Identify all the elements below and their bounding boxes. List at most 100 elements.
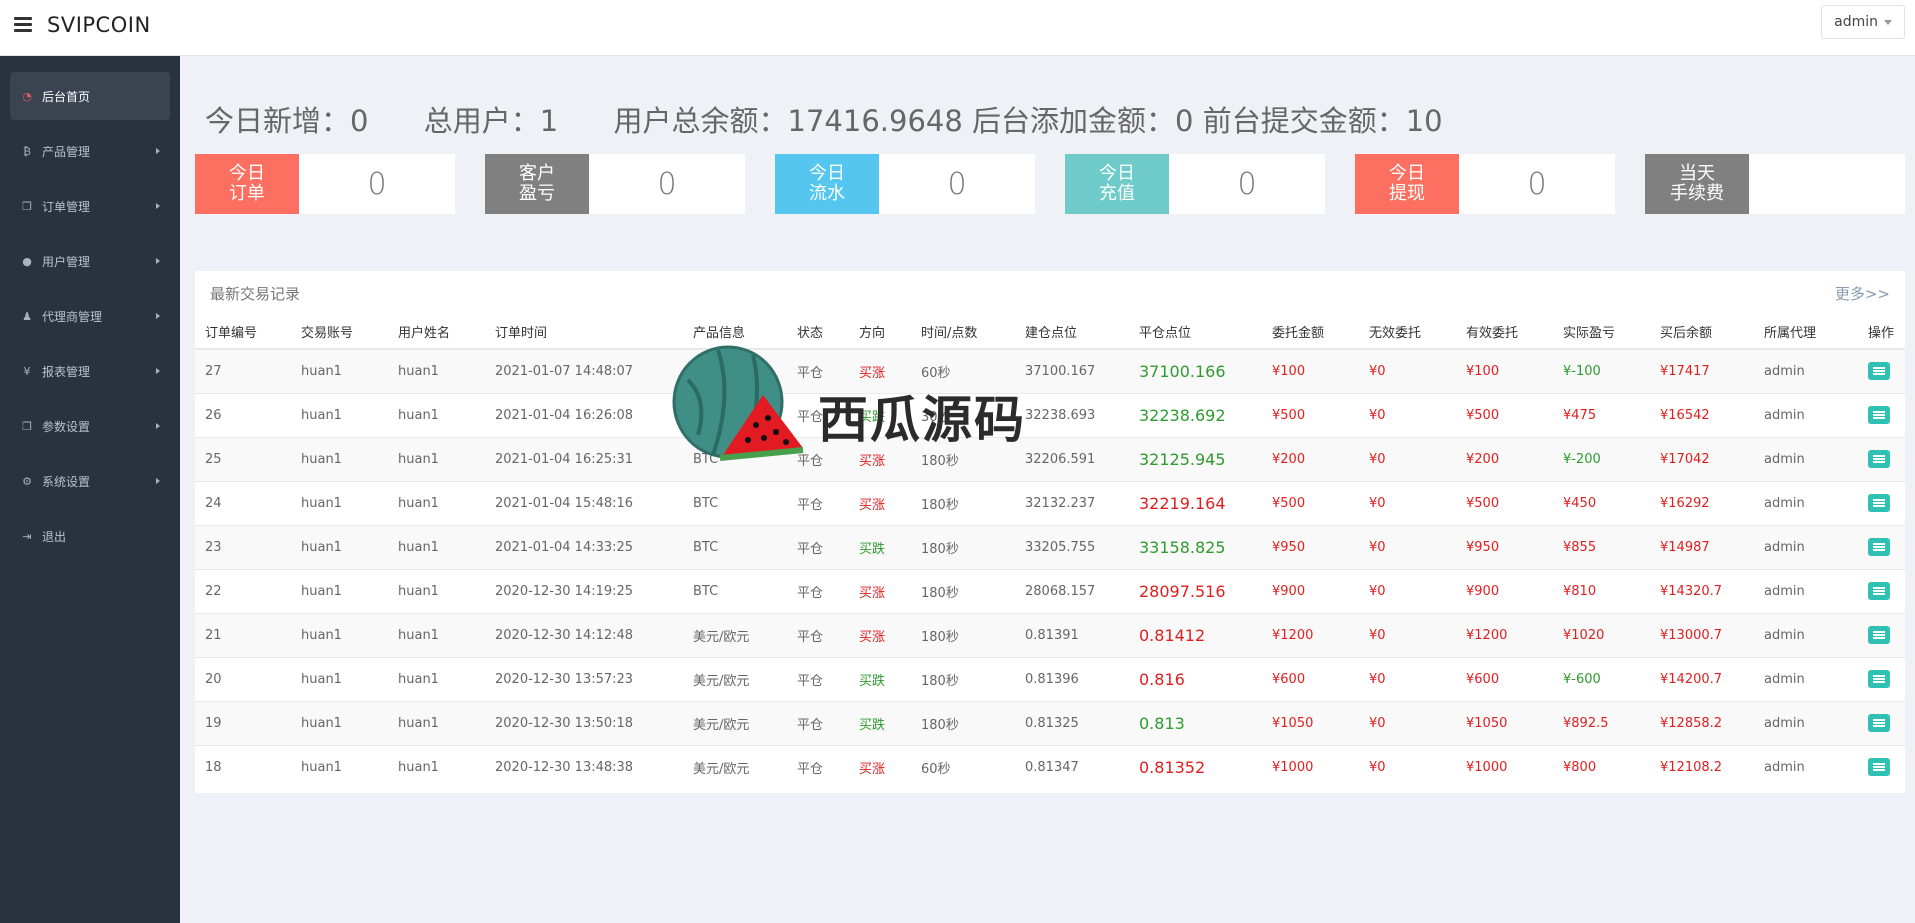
sidebar-item-4[interactable]: ♟ 代理商管理 bbox=[10, 292, 170, 340]
cell-close: 28097.516 bbox=[1129, 568, 1262, 613]
cell-account: huan1 bbox=[291, 436, 388, 481]
cell-close: 0.816 bbox=[1129, 656, 1262, 701]
cell-amount: ¥200 bbox=[1262, 436, 1359, 481]
cell-valid: ¥100 bbox=[1456, 348, 1553, 393]
table-row: 20 huan1 huan1 2020-12-30 13:57:23 美元/欧元 平仓 买跌… bbox=[195, 656, 1905, 701]
list-icon bbox=[1873, 543, 1885, 551]
cell-agent: admin bbox=[1754, 392, 1858, 437]
view-detail-button[interactable] bbox=[1868, 582, 1890, 600]
column-header: 所属代理 bbox=[1754, 315, 1858, 350]
menu-toggle-icon[interactable] bbox=[14, 17, 32, 33]
cell-direction: 买涨 bbox=[849, 568, 911, 613]
cell-status: 平仓 bbox=[787, 744, 849, 789]
cell-status: 平仓 bbox=[787, 656, 849, 701]
sidebar-item-label: 后台首页 bbox=[42, 89, 91, 104]
cell-account: huan1 bbox=[291, 392, 388, 437]
cell-valid: ¥500 bbox=[1456, 480, 1553, 525]
cell-balance: ¥14200.7 bbox=[1650, 656, 1754, 701]
cell-time: 2020-12-30 14:19:25 bbox=[485, 568, 683, 613]
sidebar-item-3[interactable]: ● 用户管理 bbox=[10, 237, 170, 285]
cell-id: 27 bbox=[195, 348, 291, 393]
cell-operation bbox=[1858, 436, 1905, 481]
cell-invalid: ¥0 bbox=[1359, 436, 1456, 481]
view-detail-button[interactable] bbox=[1868, 450, 1890, 468]
cell-valid: ¥500 bbox=[1456, 392, 1553, 437]
cell-account: huan1 bbox=[291, 480, 388, 525]
summary-line: 今日新增：0 总用户：1 用户总余额：17416.9648 后台添加金额：0 前… bbox=[205, 98, 1443, 140]
view-detail-button[interactable] bbox=[1868, 626, 1890, 644]
caret-right-icon bbox=[156, 258, 160, 264]
dashboard-icon: ◔ bbox=[22, 89, 32, 103]
user-icon: ● bbox=[22, 254, 32, 268]
sidebar-item-label: 参数设置 bbox=[42, 419, 91, 434]
more-link[interactable]: 更多>> bbox=[1835, 283, 1890, 304]
top-bar: SVIPCOIN admin bbox=[0, 0, 1915, 56]
cell-invalid: ¥0 bbox=[1359, 700, 1456, 745]
cell-agent: admin bbox=[1754, 700, 1858, 745]
caret-right-icon bbox=[156, 478, 160, 484]
cell-profit: ¥800 bbox=[1553, 744, 1650, 789]
watermark-text: 西瓜源码 bbox=[818, 391, 1026, 449]
sidebar-item-1[interactable]: ₿ 产品管理 bbox=[10, 127, 170, 175]
caret-right-icon bbox=[156, 203, 160, 209]
stat-value: 0 bbox=[1527, 166, 1547, 202]
cell-balance: ¥13000.7 bbox=[1650, 612, 1754, 657]
cell-valid: ¥1050 bbox=[1456, 700, 1553, 745]
sidebar-item-0[interactable]: ◔ 后台首页 bbox=[10, 72, 170, 120]
cell-invalid: ¥0 bbox=[1359, 480, 1456, 525]
stat-card: 今日 流水 0 bbox=[775, 154, 1035, 214]
stat-label: 今日 订单 bbox=[195, 154, 299, 214]
cell-amount: ¥900 bbox=[1262, 568, 1359, 613]
cell-invalid: ¥0 bbox=[1359, 656, 1456, 701]
cell-product: 美元/欧元 bbox=[683, 612, 787, 657]
view-detail-button[interactable] bbox=[1868, 362, 1890, 381]
cell-account: huan1 bbox=[291, 612, 388, 657]
cell-name: huan1 bbox=[388, 656, 485, 701]
cell-open: 0.81396 bbox=[1015, 656, 1129, 701]
list-icon bbox=[1873, 455, 1885, 463]
sidebar-item-6[interactable]: ❐ 参数设置 bbox=[10, 402, 170, 450]
sidebar-item-5[interactable]: ¥ 报表管理 bbox=[10, 347, 170, 395]
view-detail-button[interactable] bbox=[1868, 494, 1890, 512]
cell-direction: 买跌 bbox=[849, 700, 911, 745]
column-header: 订单编号 bbox=[195, 315, 291, 350]
cell-close: 0.813 bbox=[1129, 700, 1262, 745]
bitcoin-icon: ₿ bbox=[22, 144, 32, 158]
cell-balance: ¥14320.7 bbox=[1650, 568, 1754, 613]
cell-operation bbox=[1858, 612, 1905, 657]
view-detail-button[interactable] bbox=[1868, 758, 1890, 777]
sidebar-item-8[interactable]: ⇥ 退出 bbox=[10, 512, 170, 560]
cell-profit: ¥475 bbox=[1553, 392, 1650, 437]
view-detail-button[interactable] bbox=[1868, 714, 1890, 732]
view-detail-button[interactable] bbox=[1868, 538, 1890, 556]
cell-valid: ¥900 bbox=[1456, 568, 1553, 613]
agent-icon: ♟ bbox=[22, 309, 32, 323]
cell-duration: 60秒 bbox=[911, 744, 1015, 789]
summary-user-balance: 用户总余额：17416.9648 bbox=[613, 104, 963, 138]
cell-duration: 180秒 bbox=[911, 524, 1015, 569]
cell-amount: ¥1050 bbox=[1262, 700, 1359, 745]
stat-card: 客户 盈亏 0 bbox=[485, 154, 745, 214]
user-name: admin bbox=[1834, 14, 1878, 30]
cell-product: 美元/欧元 bbox=[683, 656, 787, 701]
sidebar: ◔ 后台首页 ₿ 产品管理 ❐ 订单管理 ● 用户管理 ♟ 代理商管理 ¥ 报表管理 ❐ 参数设置 ⚙ 系统设… bbox=[0, 56, 180, 923]
user-menu-button[interactable]: admin bbox=[1821, 5, 1905, 39]
cell-operation bbox=[1858, 524, 1905, 569]
cell-duration: 180秒 bbox=[911, 700, 1015, 745]
sidebar-item-2[interactable]: ❐ 订单管理 bbox=[10, 182, 170, 230]
cell-account: huan1 bbox=[291, 524, 388, 569]
view-detail-button[interactable] bbox=[1868, 406, 1890, 424]
gears-icon: ⚙ bbox=[22, 474, 32, 488]
copy-icon: ❐ bbox=[22, 199, 32, 213]
sidebar-item-7[interactable]: ⚙ 系统设置 bbox=[10, 457, 170, 505]
cell-operation bbox=[1858, 392, 1905, 437]
view-detail-button[interactable] bbox=[1868, 670, 1890, 688]
cell-status: 平仓 bbox=[787, 480, 849, 525]
sidebar-item-label: 系统设置 bbox=[42, 474, 91, 489]
cell-balance: ¥16292 bbox=[1650, 480, 1754, 525]
table-row: 25 huan1 huan1 2021-01-04 16:25:31 BTC 平仓 买涨 18… bbox=[195, 436, 1905, 481]
cell-close: 33158.825 bbox=[1129, 524, 1262, 569]
cell-id: 21 bbox=[195, 612, 291, 657]
cell-time: 2020-12-30 13:57:23 bbox=[485, 656, 683, 701]
cell-balance: ¥12858.2 bbox=[1650, 700, 1754, 745]
